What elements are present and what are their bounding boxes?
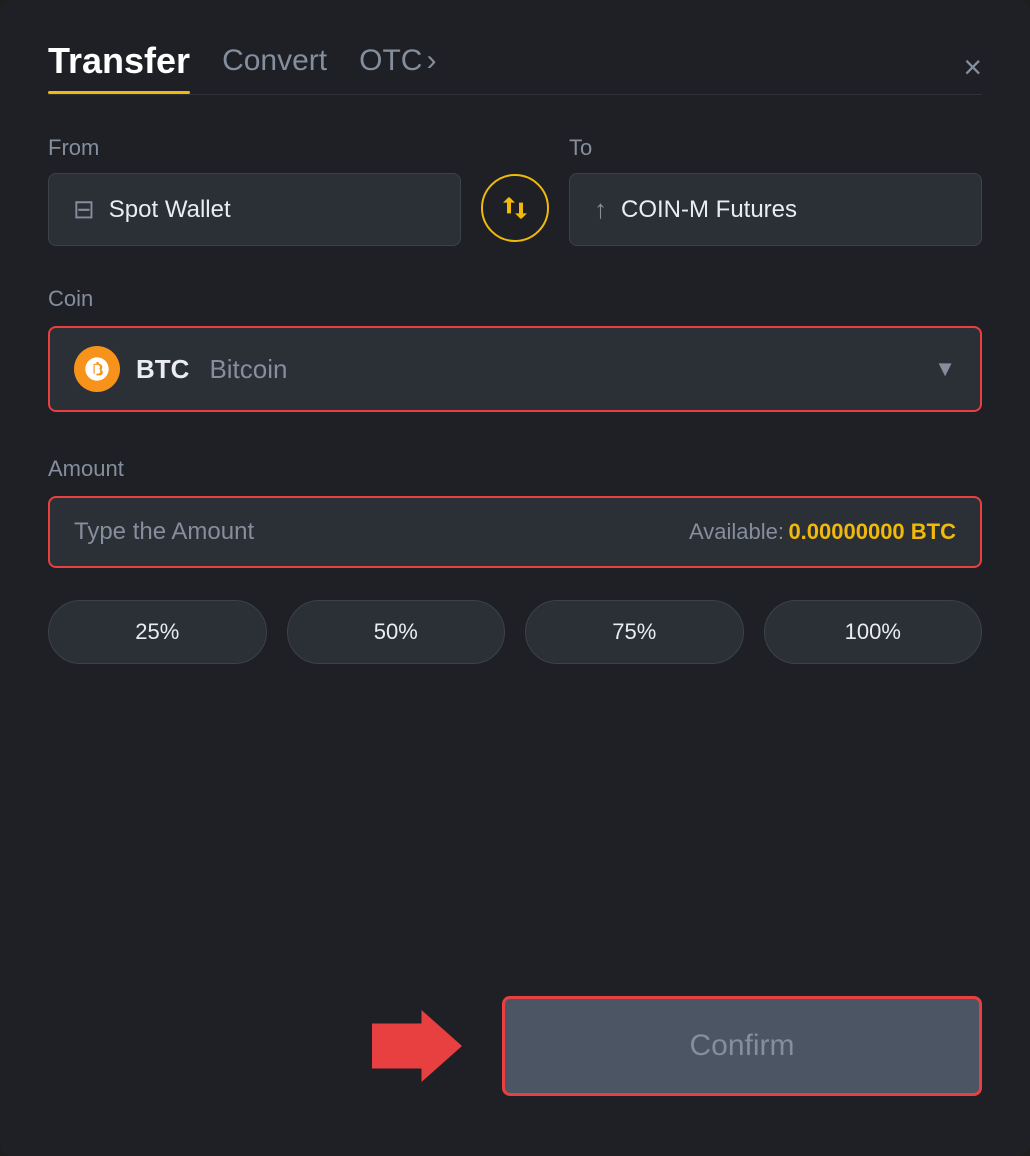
pct-buttons-row: 25% 50% 75% 100%	[48, 600, 982, 664]
pct-75-button[interactable]: 75%	[525, 600, 744, 664]
available-label: Available:	[689, 519, 784, 544]
btc-icon	[74, 346, 120, 392]
to-col: To ↑ COIN-M Futures	[569, 135, 982, 246]
arrow-icon	[372, 1006, 462, 1086]
coin-selector[interactable]: BTC Bitcoin ▼	[48, 326, 982, 412]
confirm-area: Confirm	[48, 996, 982, 1096]
amount-label: Amount	[48, 456, 982, 482]
tab-otc[interactable]: OTC ›	[359, 44, 436, 90]
futures-icon: ↑	[594, 194, 607, 225]
available-amount: 0.00000000 BTC	[788, 519, 956, 544]
coin-section: Coin BTC Bitcoin ▼	[48, 286, 982, 456]
amount-box: Available: 0.00000000 BTC	[48, 496, 982, 568]
from-to-row: From ⊟ Spot Wallet To ↑ COIN-M Futures	[48, 135, 982, 246]
wallet-icon: ⊟	[73, 194, 95, 225]
swap-icon	[499, 192, 531, 224]
coin-full-name: Bitcoin	[209, 354, 287, 385]
tab-transfer[interactable]: Transfer	[48, 40, 190, 94]
header-divider	[48, 94, 982, 95]
swap-button[interactable]	[481, 174, 549, 242]
chevron-down-icon: ▼	[934, 356, 956, 382]
coin-label: Coin	[48, 286, 982, 312]
to-wallet-name: COIN-M Futures	[621, 196, 797, 224]
pct-100-button[interactable]: 100%	[764, 600, 983, 664]
coin-symbol: BTC	[136, 354, 189, 385]
confirm-button[interactable]: Confirm	[502, 996, 982, 1096]
tab-convert[interactable]: Convert	[222, 44, 327, 90]
to-label: To	[569, 135, 982, 161]
from-label: From	[48, 135, 461, 161]
available-display: Available: 0.00000000 BTC	[689, 519, 956, 545]
amount-input[interactable]	[74, 518, 515, 546]
amount-section: Amount Available: 0.00000000 BTC	[48, 456, 982, 600]
pct-25-button[interactable]: 25%	[48, 600, 267, 664]
pct-50-button[interactable]: 50%	[287, 600, 506, 664]
transfer-modal: Transfer Convert OTC › × From ⊟ Spot Wal…	[0, 0, 1030, 1156]
header-tabs: Transfer Convert OTC › ×	[48, 40, 982, 94]
close-button[interactable]: ×	[963, 51, 982, 83]
to-wallet-box[interactable]: ↑ COIN-M Futures	[569, 173, 982, 246]
from-wallet-name: Spot Wallet	[109, 196, 231, 224]
from-wallet-box[interactable]: ⊟ Spot Wallet	[48, 173, 461, 246]
from-col: From ⊟ Spot Wallet	[48, 135, 461, 246]
